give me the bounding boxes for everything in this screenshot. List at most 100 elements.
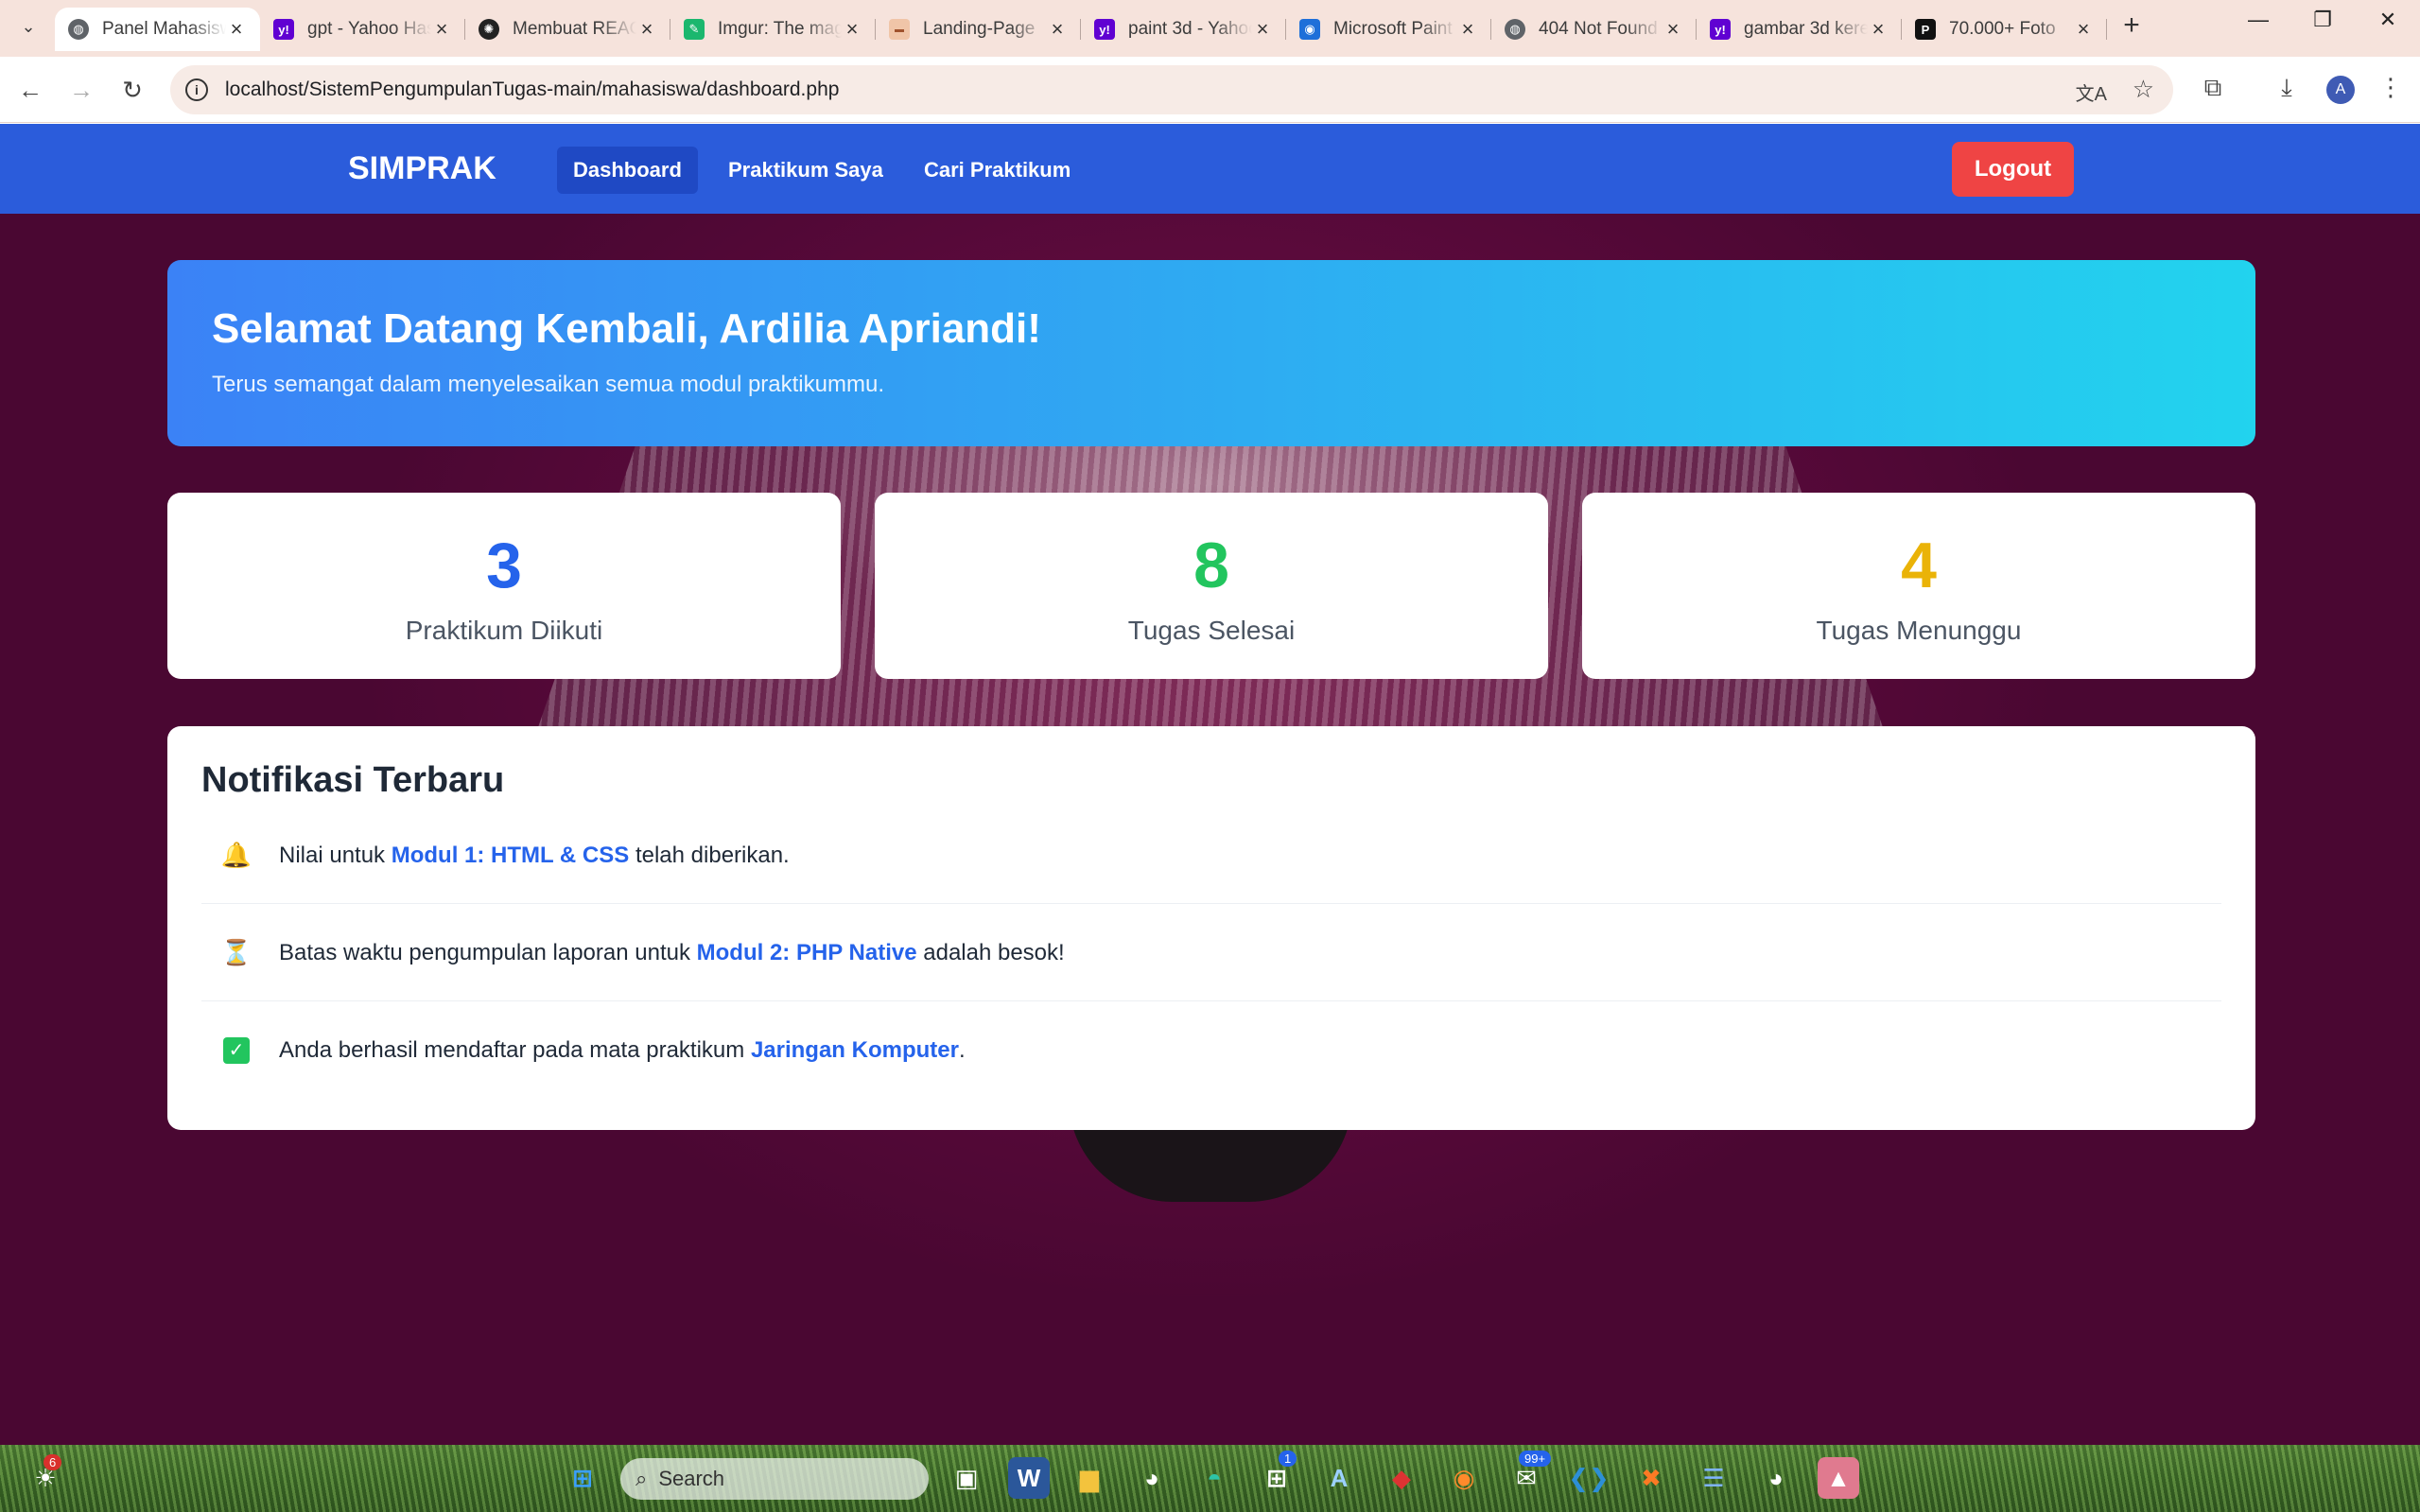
url-text[interactable]: localhost/SistemPengumpulanTugas-main/ma…	[225, 78, 839, 101]
browser-tab-strip: ⌄ ◍ Panel Mahasiswa × y! gpt - Yahoo Has…	[0, 0, 2420, 57]
pexels-icon: P	[1915, 19, 1936, 40]
tab-gambar-3d[interactable]: y! gambar 3d keren ×	[1697, 8, 1902, 51]
notification-text-before: Anda berhasil mendaftar pada mata prakti…	[279, 1037, 751, 1063]
check-icon: ✓	[222, 1036, 251, 1065]
notification-text-before: Batas waktu pengumpulan laporan untuk	[279, 939, 697, 965]
notification-link-modul-1[interactable]: Modul 1: HTML & CSS	[392, 843, 630, 868]
taskbar-search-placeholder: Search	[658, 1467, 725, 1490]
tab-404[interactable]: ◍ 404 Not Found ×	[1491, 8, 1697, 51]
notification-link-modul-2[interactable]: Modul 2: PHP Native	[697, 940, 917, 965]
tab-label: Panel Mahasiswa	[102, 19, 226, 39]
notification-text: Nilai untuk Modul 1: HTML & CSS telah di…	[279, 843, 790, 869]
bell-icon: 🔔	[220, 841, 252, 869]
stat-label: Praktikum Diikuti	[405, 616, 603, 645]
notepad-icon[interactable]: ☰	[1693, 1457, 1734, 1499]
yahoo-icon: y!	[273, 19, 294, 40]
tab-search-chevron-icon[interactable]: ⌄	[13, 11, 44, 42]
tab-foto[interactable]: P 70.000+ Foto ×	[1902, 8, 2107, 51]
tab-label: 404 Not Found	[1539, 19, 1658, 39]
yahoo-icon: y!	[1710, 19, 1731, 40]
notifications-panel: Notifikasi Terbaru 🔔 Nilai untuk Modul 1…	[167, 726, 2255, 1130]
tab-label: Landing-Page	[923, 19, 1036, 39]
tab-landing-page[interactable]: ▬ Landing-Page ×	[876, 8, 1081, 51]
tab-label: 70.000+ Foto	[1949, 19, 2056, 39]
new-tab-plus-icon[interactable]: +	[2116, 11, 2147, 42]
nav-cari-praktikum[interactable]: Cari Praktikum	[908, 147, 1087, 194]
profile-avatar[interactable]: A	[2326, 76, 2355, 104]
back-arrow-icon[interactable]: ←	[13, 73, 47, 107]
close-icon[interactable]: ×	[431, 17, 452, 42]
stat-value: 3	[486, 530, 522, 601]
page-icon: ▬	[889, 19, 910, 40]
nav-dashboard[interactable]: Dashboard	[557, 147, 698, 194]
close-icon[interactable]: ×	[1457, 17, 1478, 42]
task-view-icon[interactable]: ▣	[946, 1457, 987, 1499]
tab-label: Membuat REACT	[513, 19, 636, 39]
close-icon[interactable]: ×	[1047, 17, 1068, 42]
stat-card-praktikum-diikuti: 3 Praktikum Diikuti	[167, 493, 841, 679]
notification-item: 🔔 Nilai untuk Modul 1: HTML & CSS telah …	[201, 808, 2221, 904]
vscode-icon[interactable]: ❮❯	[1568, 1457, 1610, 1499]
notification-item: ✓ Anda berhasil mendaftar pada mata prak…	[201, 1002, 2221, 1099]
tab-yahoo-paint3d[interactable]: y! paint 3d - Yahoo ×	[1081, 8, 1286, 51]
taskbar-search[interactable]: ⌕ Search	[620, 1458, 929, 1500]
brand-logo[interactable]: SIMPRAK	[348, 150, 496, 187]
store-badge: 1	[1279, 1451, 1297, 1467]
chrome-icon[interactable]: ◕	[1131, 1457, 1173, 1499]
paint-icon: ◉	[1299, 19, 1320, 40]
tab-panel-mahasiswa[interactable]: ◍ Panel Mahasiswa ×	[55, 8, 260, 51]
bookmark-star-icon[interactable]: ☆	[2133, 75, 2154, 104]
hourglass-icon: ⏳	[220, 938, 252, 966]
windows-taskbar: ☀ 6 ⊞ ⌕ Search ▣ W ▆ ◕ ◓ ⊞ 1 A ◆ ◉ ✉ 99+…	[0, 1445, 2420, 1512]
more-menu-icon[interactable]: ⋮	[2374, 73, 2408, 107]
forward-arrow-icon[interactable]: →	[64, 73, 98, 107]
site-info-icon[interactable]: i	[185, 78, 208, 101]
notifications-title: Notifikasi Terbaru	[201, 760, 505, 800]
close-icon[interactable]: ×	[1663, 17, 1683, 42]
chrome-profile-icon[interactable]: ◕	[1755, 1457, 1797, 1499]
notification-link-jaringan-komputer[interactable]: Jaringan Komputer	[751, 1037, 959, 1063]
start-windows-icon[interactable]: ⊞	[562, 1457, 603, 1499]
page-background: SIMPRAK Dashboard Praktikum Saya Cari Pr…	[0, 124, 2420, 1445]
photos-icon[interactable]: ▲	[1818, 1457, 1859, 1499]
logout-button[interactable]: Logout	[1952, 142, 2074, 197]
close-icon[interactable]: ×	[842, 17, 862, 42]
stat-card-tugas-menunggu: 4 Tugas Menunggu	[1582, 493, 2255, 679]
tab-label: Microsoft Paint	[1333, 19, 1453, 39]
browser-toolbar: ← → ↻ i localhost/SistemPengumpulanTugas…	[0, 57, 2420, 123]
tab-imgur[interactable]: ✎ Imgur: The magic ×	[670, 8, 876, 51]
antivirus-icon[interactable]: ◆	[1381, 1457, 1422, 1499]
close-icon[interactable]: ×	[1868, 17, 1889, 42]
close-icon[interactable]: ×	[2073, 17, 2094, 42]
firefox-icon[interactable]: ◉	[1443, 1457, 1485, 1499]
close-icon[interactable]: ×	[1252, 17, 1273, 42]
reload-icon[interactable]: ↻	[115, 73, 149, 107]
translate-icon[interactable]: 文A	[2076, 78, 2107, 106]
extensions-puzzle-icon[interactable]: ⧉	[2196, 73, 2230, 107]
address-bar[interactable]: i localhost/SistemPengumpulanTugas-main/…	[170, 65, 2173, 114]
globe-icon: ◍	[68, 19, 89, 40]
tab-microsoft-paint[interactable]: ◉ Microsoft Paint ×	[1286, 8, 1491, 51]
nav-praktikum-saya[interactable]: Praktikum Saya	[712, 147, 899, 194]
tab-list: ◍ Panel Mahasiswa × y! gpt - Yahoo Hasil…	[55, 8, 2107, 57]
close-icon[interactable]: ×	[636, 17, 657, 42]
notification-text: Anda berhasil mendaftar pada mata prakti…	[279, 1037, 966, 1064]
close-icon[interactable]: ×	[226, 17, 247, 42]
window-close-icon[interactable]: ✕	[2369, 8, 2407, 32]
welcome-title: Selamat Datang Kembali, Ardilia Apriandi…	[212, 305, 1041, 352]
edge-icon[interactable]: ◓	[1193, 1457, 1235, 1499]
restore-icon[interactable]: ❐	[2304, 8, 2342, 32]
welcome-subtitle: Terus semangat dalam menyelesaikan semua…	[212, 372, 884, 397]
stat-label: Tugas Selesai	[1127, 616, 1296, 645]
download-icon[interactable]: ⤓	[2270, 73, 2304, 107]
xampp-icon[interactable]: ✖	[1630, 1457, 1672, 1499]
notification-text-after: .	[958, 1037, 966, 1063]
file-explorer-icon[interactable]: ▆	[1069, 1457, 1110, 1499]
notification-text-before: Nilai untuk	[279, 842, 392, 868]
word-icon[interactable]: W	[1008, 1457, 1050, 1499]
tab-yahoo-gpt[interactable]: y! gpt - Yahoo Hasil ×	[260, 8, 465, 51]
paint-3d-icon[interactable]: A	[1318, 1457, 1360, 1499]
minimize-icon[interactable]: —	[2239, 8, 2277, 32]
tab-membuat-react[interactable]: ✺ Membuat REACT ×	[465, 8, 670, 51]
stat-value: 4	[1901, 530, 1937, 601]
